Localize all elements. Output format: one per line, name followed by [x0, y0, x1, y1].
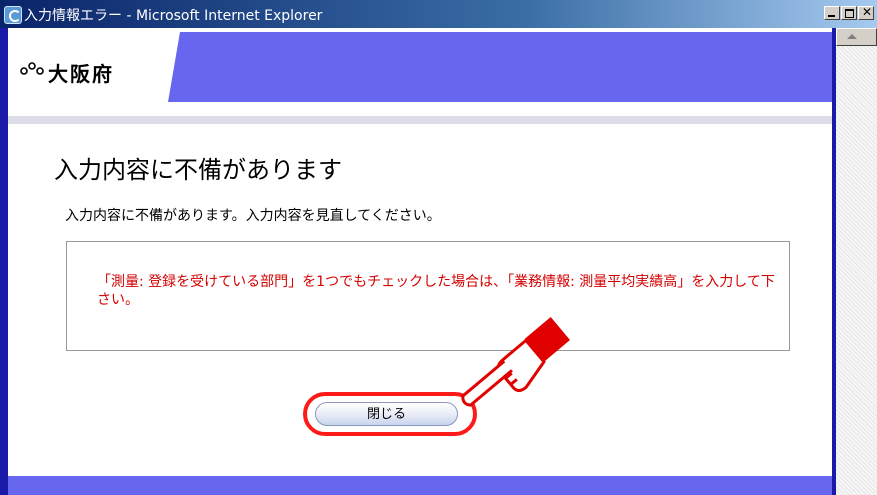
logo-area: 大阪府 [8, 32, 180, 102]
close-window-button[interactable]: ✕ [858, 5, 874, 20]
scroll-up-button[interactable] [836, 28, 877, 46]
pointing-hand-icon [461, 317, 570, 407]
maximize-button[interactable] [841, 6, 857, 20]
internet-explorer-icon [4, 6, 22, 24]
window-title-bar: 入力情報エラー - Microsoft Internet Explorer ✕ [0, 0, 877, 28]
error-message-box: 「測量: 登録を受けている部門」を1つでもチェックした場合は、「業務情報: 測量… [66, 241, 790, 351]
error-message-text: 「測量: 登録を受けている部門」を1つでもチェックした場合は、「業務情報: 測量… [97, 274, 775, 308]
window-title: 入力情報エラー - Microsoft Internet Explorer [24, 8, 323, 24]
sub-header-band [8, 116, 832, 124]
minimize-button[interactable] [824, 6, 840, 20]
browser-viewport: 大阪府 入力内容に不備があります 入力内容に不備があります。入力内容を見直してく… [8, 28, 832, 495]
logo-text: 大阪府 [48, 62, 114, 86]
page-title: 入力内容に不備があります [54, 156, 342, 184]
osaka-prefecture-logo-icon [20, 62, 44, 75]
instruction-message: 入力内容に不備があります。入力内容を見直してください。 [65, 208, 441, 224]
close-icon: ✕ [862, 5, 873, 19]
vertical-scrollbar[interactable] [836, 28, 877, 495]
footer-band [8, 476, 832, 495]
